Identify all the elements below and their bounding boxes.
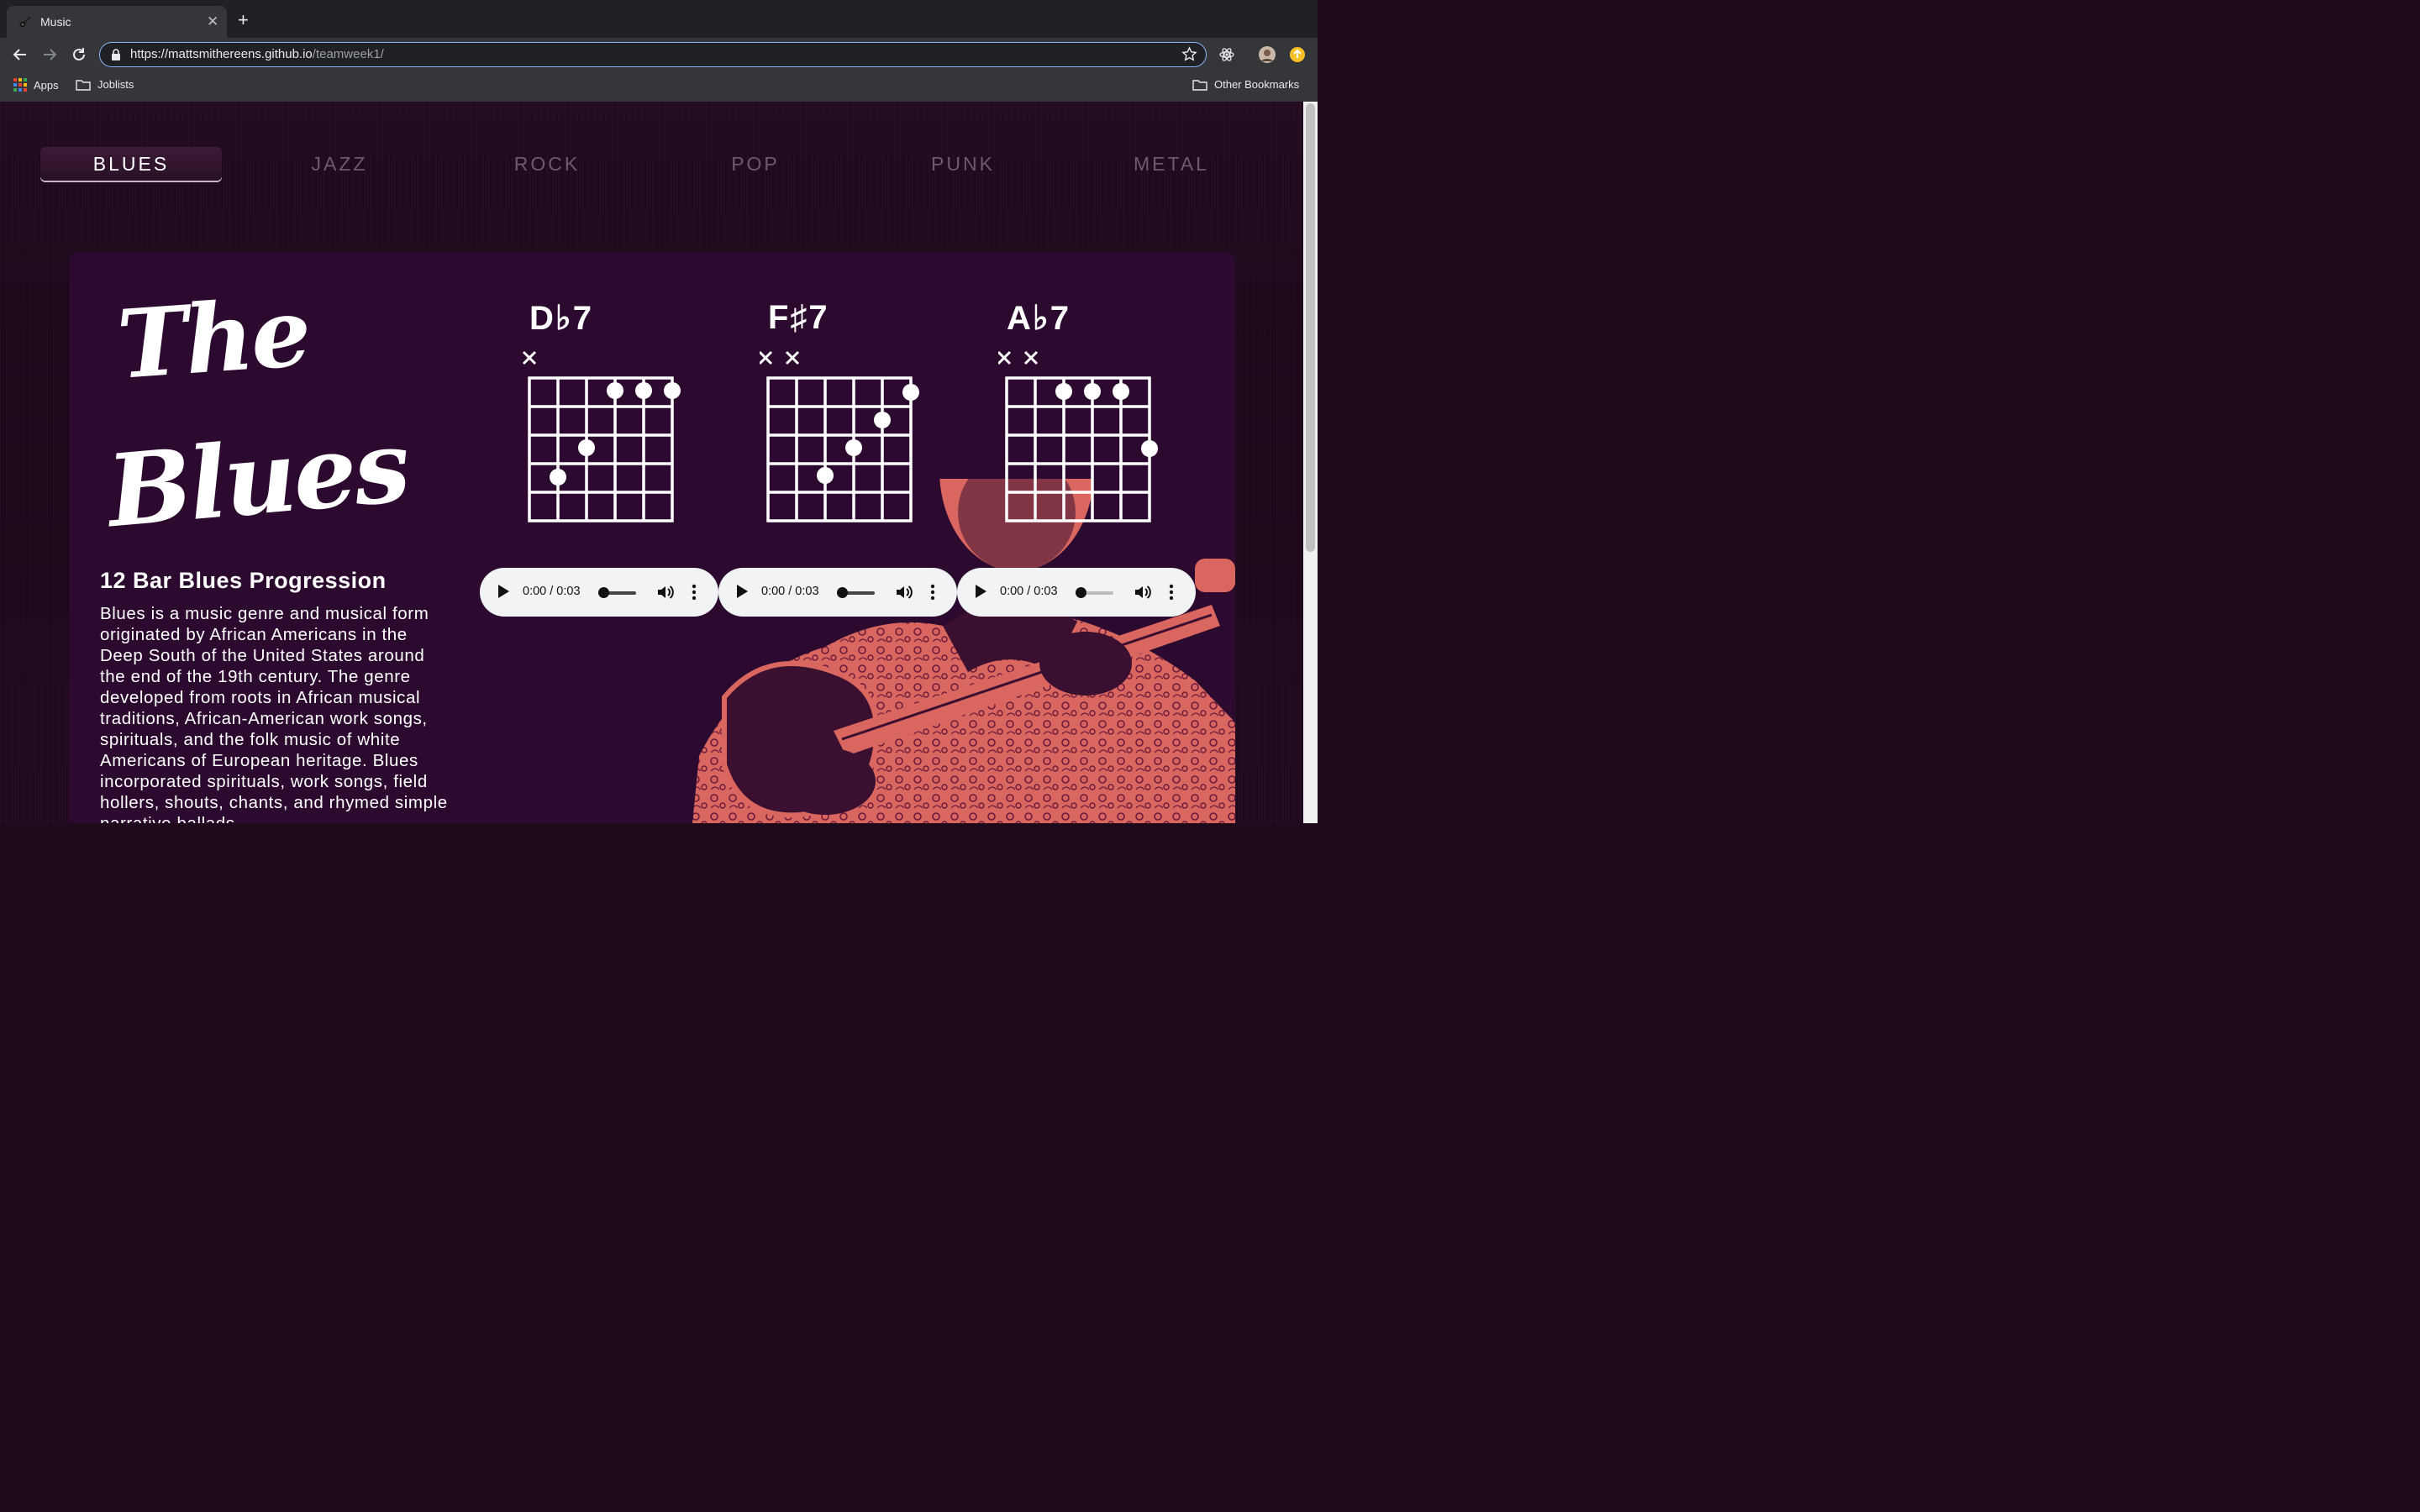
tab-close-icon[interactable]: ✕ — [207, 13, 218, 30]
genre-nav: BLUES JAZZ ROCK POP PUNK METAL — [40, 147, 1217, 182]
tab-title: Music — [40, 15, 71, 29]
bookmark-apps[interactable]: Apps — [13, 78, 59, 92]
browser-tab[interactable]: Music ✕ — [7, 6, 227, 38]
tab-rock[interactable]: ROCK — [456, 147, 638, 181]
audio-player-fsharp7: 0:00 / 0:03 — [718, 568, 957, 617]
url-text: https://mattsmithereens.github.io/teamwe… — [130, 47, 384, 61]
folder-icon — [1192, 79, 1207, 91]
chord-name: D♭7 — [529, 300, 593, 337]
guitar-favicon-icon — [19, 16, 31, 28]
url-path: /teamweek1/ — [312, 47, 384, 61]
chord-diagram-ab7 — [998, 350, 1158, 522]
more-options-icon[interactable] — [692, 584, 697, 601]
volume-icon[interactable] — [655, 582, 676, 602]
play-icon[interactable] — [498, 585, 509, 598]
bookmarks-bar: Apps Joblists Other Bookmarks — [0, 71, 1318, 102]
player-time: 0:00 / 0:03 — [1000, 585, 1058, 598]
genre-description: Blues is a music genre and musical form … — [100, 604, 448, 823]
scrollbar-thumb[interactable] — [1306, 103, 1315, 552]
hero-title-line-2: Blues — [103, 407, 413, 550]
seek-handle[interactable] — [598, 587, 609, 598]
genre-card: The Blues 12 Bar Blues Progression Blues… — [69, 252, 1235, 823]
address-bar[interactable]: https://mattsmithereens.github.io/teamwe… — [99, 42, 1207, 67]
profile-avatar-icon[interactable] — [1259, 46, 1276, 63]
chord-diagram-db7 — [522, 350, 681, 522]
audio-player-ab7: 0:00 / 0:03 — [957, 568, 1196, 617]
tab-punk[interactable]: PUNK — [872, 147, 1054, 181]
apps-grid-icon — [13, 78, 27, 92]
tab-blues[interactable]: BLUES — [40, 147, 222, 181]
tab-pop[interactable]: POP — [665, 147, 846, 181]
chord-name: F♯7 — [768, 299, 829, 336]
bookmark-apps-label: Apps — [34, 78, 59, 92]
chord-diagram-fsharp7 — [760, 350, 919, 522]
muted-string-icon — [760, 350, 800, 365]
react-devtools-extension-icon[interactable] — [1218, 46, 1235, 63]
page-scrollbar[interactable] — [1303, 102, 1318, 823]
play-icon[interactable] — [737, 585, 748, 598]
lock-icon — [112, 49, 120, 60]
play-icon[interactable] — [976, 585, 986, 598]
muted-string-icon — [522, 350, 537, 365]
muted-string-icon — [998, 350, 1039, 365]
reload-icon[interactable] — [70, 45, 88, 64]
section-heading: 12 Bar Blues Progression — [100, 568, 387, 593]
new-tab-button[interactable]: + — [238, 11, 249, 29]
player-time: 0:00 / 0:03 — [761, 585, 819, 598]
bookmark-joblists[interactable]: Joblists — [76, 78, 134, 91]
page-viewport: BLUES JAZZ ROCK POP PUNK METAL The Blues… — [0, 102, 1318, 823]
bookmark-joblists-label: Joblists — [97, 78, 134, 91]
forward-arrow-icon[interactable] — [40, 45, 59, 64]
back-arrow-icon[interactable] — [11, 45, 29, 64]
audio-player-db7: 0:00 / 0:03 — [480, 568, 718, 617]
seek-handle[interactable] — [837, 587, 848, 598]
folder-icon — [76, 79, 91, 91]
bookmark-star-icon[interactable] — [1181, 46, 1197, 62]
browser-toolbar: https://mattsmithereens.github.io/teamwe… — [0, 38, 1318, 71]
chord-name: A♭7 — [1007, 300, 1071, 337]
hero-title-line-1: The — [113, 277, 313, 401]
url-host: https://mattsmithereens.github.io — [130, 47, 313, 61]
more-options-icon[interactable] — [1169, 584, 1174, 601]
tab-jazz[interactable]: JAZZ — [249, 147, 430, 181]
tab-metal[interactable]: METAL — [1081, 147, 1262, 181]
browser-tab-strip: Music ✕ + — [0, 0, 1318, 38]
other-bookmarks[interactable]: Other Bookmarks — [1192, 78, 1299, 91]
other-bookmarks-label: Other Bookmarks — [1214, 78, 1300, 91]
more-options-icon[interactable] — [930, 584, 935, 601]
volume-icon[interactable] — [894, 582, 914, 602]
seek-handle[interactable] — [1076, 587, 1086, 598]
player-time: 0:00 / 0:03 — [523, 585, 581, 598]
volume-icon[interactable] — [1133, 582, 1153, 602]
update-badge-icon[interactable] — [1289, 46, 1306, 63]
